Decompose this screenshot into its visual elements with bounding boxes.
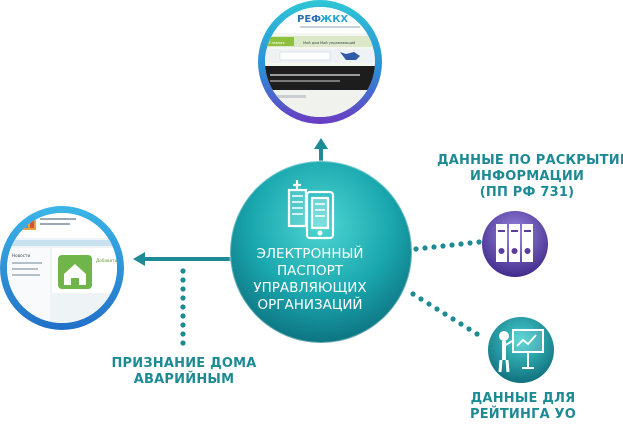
emergency-label-line-2: АВАРИЙНЫМ — [133, 372, 235, 387]
diagram-canvas: РЕФ ЖКХ Главная Мой дом Мой управляющий — [0, 0, 554, 383]
top-tab-my-house: Мой дом — [303, 41, 319, 45]
rating-label-line-1: ДАННЫЕ ДЛЯ — [470, 391, 576, 406]
svg-text:РЕФ: РЕФ — [297, 14, 321, 25]
connector-left-arrow — [133, 252, 232, 266]
emergency-label: ПРИЗНАНИЕ ДОМА АВАРИЙНЫМ — [110, 356, 258, 388]
left-screenshot-node — [0, 206, 124, 330]
top-tab-my-manager: Мой управляющий — [320, 41, 356, 45]
svg-text:ЖКХ: ЖКХ — [320, 14, 348, 25]
emergency-label-line-1: ПРИЗНАНИЕ ДОМА — [111, 356, 257, 371]
rating-label: ДАННЫЕ ДЛЯ РЕЙТИНГА УО — [458, 391, 588, 423]
disclosure-label: ДАННЫЕ ПО РАСКРЫТИЮ ИНФОРМАЦИИ (ПП РФ 73… — [437, 153, 623, 201]
disclosure-label-line-3: (ПП РФ 731) — [479, 185, 575, 200]
center-title: ЭЛЕКТРОННЫЙ ПАСПОРТ УПРАВЛЯЮЩИХ ОРГАНИЗА… — [240, 246, 380, 314]
center-line-4: ОРГАНИЗАЦИЙ — [257, 297, 363, 313]
top-tab-active: Главная — [269, 41, 285, 45]
top-screenshot-node: РЕФ ЖКХ — [258, 0, 382, 124]
disclosure-label-line-1: ДАННЫЕ ПО РАСКРЫТИЮ — [437, 153, 623, 168]
top-screenshot-text: Главная Мой дом Мой управляющий — [269, 41, 356, 45]
center-line-3: УПРАВЛЯЮЩИХ — [253, 280, 367, 296]
left-news-title: Новости — [12, 253, 30, 258]
center-line-2: ПАСПОРТ — [277, 263, 343, 279]
binders-icon — [496, 224, 533, 262]
rating-label-line-2: РЕЙТИНГА УО — [469, 407, 577, 422]
disclosure-label-line-2: ИНФОРМАЦИИ — [469, 169, 585, 184]
left-card-title: Добавить — [96, 258, 118, 263]
center-line-1: ЭЛЕКТРОННЫЙ — [256, 246, 364, 262]
